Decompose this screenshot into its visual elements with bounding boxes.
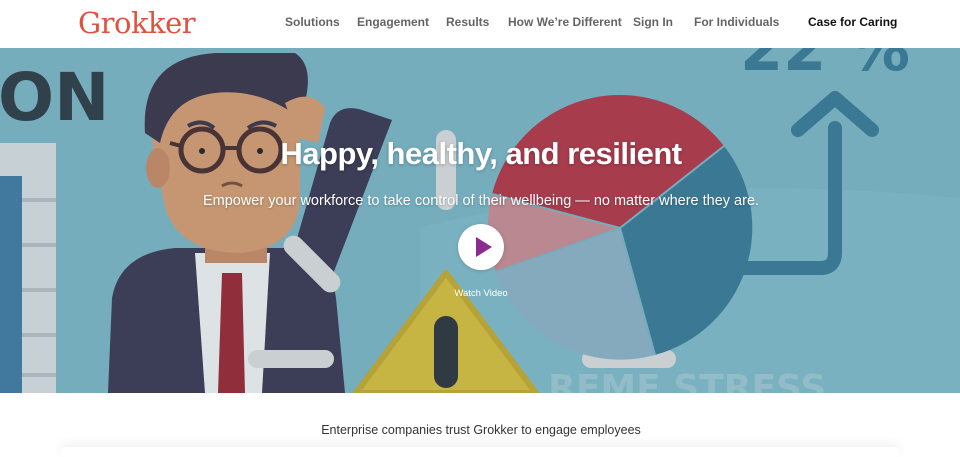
- hero-title: Happy, healthy, and resilient: [280, 136, 682, 171]
- nav-engagement[interactable]: Engagement: [357, 15, 429, 29]
- hero-subtitle: Empower your workforce to take control o…: [202, 193, 760, 209]
- grokker-logo[interactable]: Grokker: [78, 8, 196, 38]
- nav-results[interactable]: Results: [446, 15, 489, 29]
- play-video-button[interactable]: [458, 224, 504, 270]
- nav-how-different[interactable]: How We’re Different: [508, 15, 622, 29]
- hero-banner: ON 22 % REME STRESS Happy, healthy, and …: [0, 48, 960, 393]
- hero-overlay: [0, 48, 960, 393]
- trust-statement: Enterprise companies trust Grokker to en…: [321, 423, 641, 437]
- logo-strip-card: [60, 447, 900, 457]
- nav-solutions[interactable]: Solutions: [285, 15, 340, 29]
- nav-for-individuals[interactable]: For Individuals: [694, 15, 779, 29]
- top-navbar: Grokker Solutions Engagement Results How…: [0, 0, 960, 48]
- nav-case-for-caring[interactable]: Case for Caring: [808, 15, 897, 29]
- play-icon: [475, 237, 492, 257]
- nav-sign-in[interactable]: Sign In: [633, 15, 673, 29]
- watch-video-label[interactable]: Watch Video: [0, 288, 960, 299]
